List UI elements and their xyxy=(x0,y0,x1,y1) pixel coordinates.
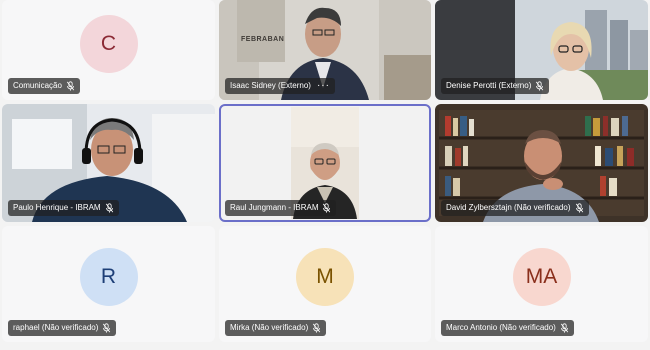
participant-name: David Zylbersztajn (Não verificado) xyxy=(446,203,571,212)
participant-name-label: Mirka (Não verificado) xyxy=(225,320,327,336)
participant-tile-raphael[interactable]: R raphael (Não verificado) xyxy=(2,226,215,342)
participant-tile-comunicacao[interactable]: C Comunicação xyxy=(2,0,215,100)
participant-name-label: Marco Antonio (Não verificado) xyxy=(441,320,574,336)
participant-name-label: Isaac Sidney (Externo) ··· xyxy=(225,78,335,94)
mic-muted-icon xyxy=(103,323,111,333)
participant-name: Isaac Sidney (Externo) xyxy=(230,81,311,90)
mic-muted-icon xyxy=(560,323,568,333)
participant-name-label: Denise Perotti (Externo) xyxy=(441,78,550,94)
avatar: C xyxy=(79,15,138,73)
participant-name: Marco Antonio (Não verificado) xyxy=(446,323,556,332)
participant-tile-mirka[interactable]: M Mirka (Não verificado) xyxy=(219,226,431,342)
participant-name-label: Comunicação xyxy=(8,78,80,94)
participant-tile-david[interactable]: David Zylbersztajn (Não verificado) xyxy=(435,104,648,222)
participant-tile-isaac[interactable]: FEBRABAN Isaac Sidney (Externo) ··· xyxy=(219,0,431,100)
participant-name-label: David Zylbersztajn (Não verificado) xyxy=(441,200,589,216)
participant-tile-paulo[interactable]: Paulo Henrique - IBRAM xyxy=(2,104,215,222)
participant-tile-raul[interactable]: Raul Jungmann - IBRAM xyxy=(219,104,431,222)
participant-tile-denise[interactable]: Denise Perotti (Externo) xyxy=(435,0,648,100)
participant-name-label: Raul Jungmann - IBRAM xyxy=(225,200,337,216)
avatar: M xyxy=(296,248,354,307)
avatar: R xyxy=(79,248,138,307)
backdrop-logo-text: FEBRABAN xyxy=(241,36,285,43)
participant-tile-marco[interactable]: MA Marco Antonio (Não verificado) xyxy=(435,226,648,342)
participant-name: Comunicação xyxy=(13,81,62,90)
mic-muted-icon xyxy=(313,323,321,333)
mic-muted-icon xyxy=(66,81,75,91)
participant-name: Paulo Henrique - IBRAM xyxy=(13,203,101,212)
participant-name: Mirka (Não verificado) xyxy=(230,323,309,332)
mic-muted-icon xyxy=(323,203,331,213)
more-options-icon[interactable]: ··· xyxy=(317,78,330,94)
participant-name: Raul Jungmann - IBRAM xyxy=(230,203,319,212)
participant-name-label: raphael (Não verificado) xyxy=(8,320,117,336)
participant-name: Denise Perotti (Externo) xyxy=(446,81,532,90)
mic-muted-icon xyxy=(105,203,113,213)
participant-name-label: Paulo Henrique - IBRAM xyxy=(8,200,119,216)
participant-name: raphael (Não verificado) xyxy=(13,323,99,332)
mic-muted-icon xyxy=(536,81,544,91)
avatar: MA xyxy=(512,248,571,307)
mic-muted-icon xyxy=(575,203,583,213)
